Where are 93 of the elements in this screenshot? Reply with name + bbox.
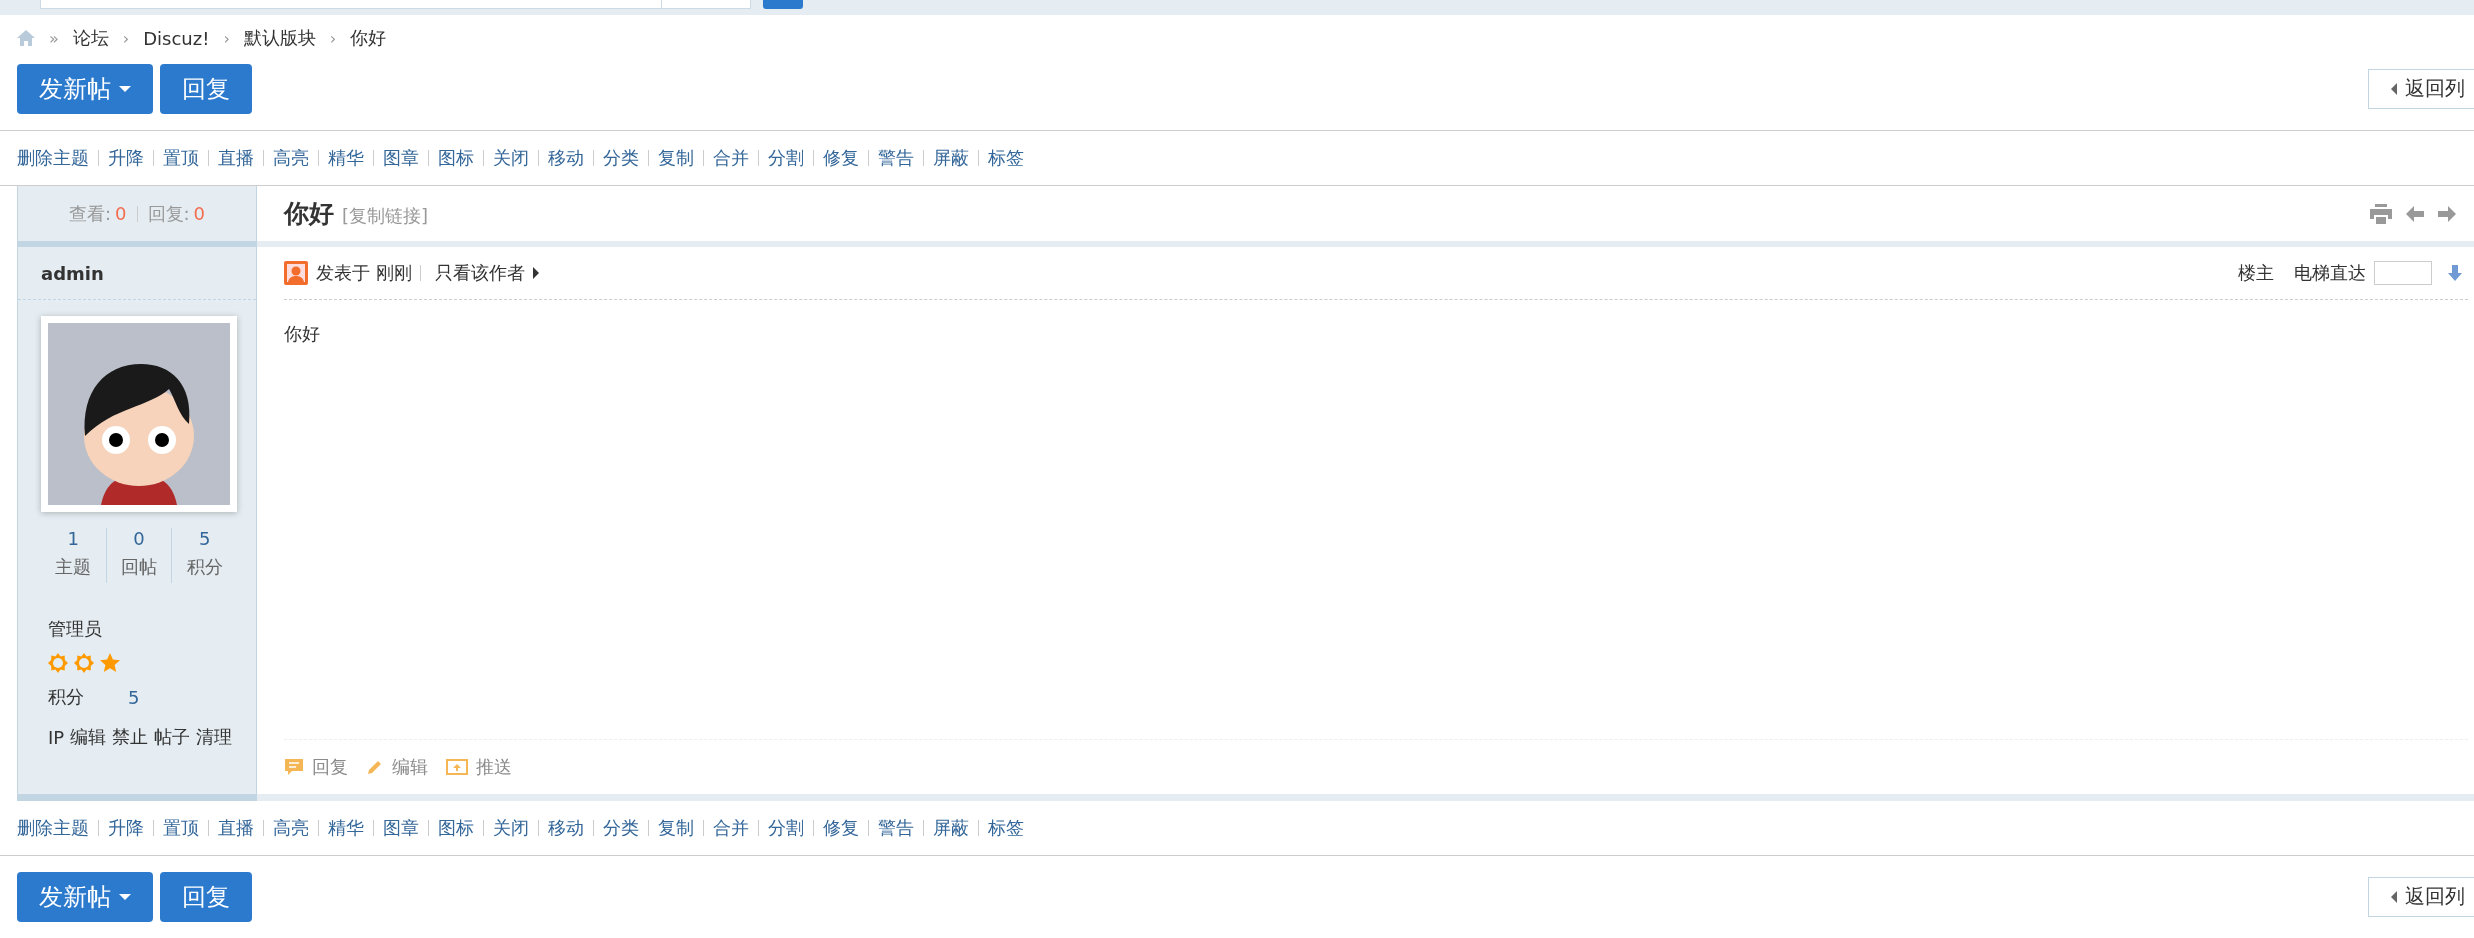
- admin-link[interactable]: 编辑: [70, 725, 107, 750]
- moderation-link[interactable]: 警告: [868, 150, 923, 167]
- moderation-link[interactable]: 高亮: [263, 150, 318, 167]
- back-to-list-button[interactable]: 返回列: [2368, 877, 2474, 917]
- user-stat-value[interactable]: 5: [198, 528, 211, 550]
- moderation-link[interactable]: 升降: [98, 150, 153, 167]
- moderation-link[interactable]: 直播: [208, 150, 263, 167]
- moderation-link[interactable]: 分割: [758, 819, 813, 836]
- admin-link[interactable]: IP: [48, 726, 65, 748]
- moderation-link[interactable]: 关闭: [483, 150, 538, 167]
- home-icon[interactable]: [17, 30, 35, 47]
- user-icon: [284, 261, 308, 286]
- moderation-link[interactable]: 分类: [593, 150, 648, 167]
- breadcrumb-separator: ›: [122, 28, 130, 48]
- user-stat-value[interactable]: 1: [67, 528, 80, 550]
- moderation-link[interactable]: 复制: [648, 819, 703, 836]
- caret-icon: [119, 85, 131, 92]
- moderation-link[interactable]: 图章: [373, 150, 428, 167]
- moderation-link[interactable]: 警告: [868, 819, 923, 836]
- moderation-link[interactable]: 关闭: [483, 819, 538, 836]
- post-content: 你好: [284, 322, 321, 347]
- triangle-left-icon: [2391, 82, 2397, 95]
- user-stat-label: 积分: [186, 555, 223, 580]
- thread-stat-label: 回复: 0: [147, 201, 206, 226]
- moderation-link[interactable]: 屏蔽: [923, 150, 978, 167]
- search-field[interactable]: [40, 0, 662, 9]
- breadcrumb-separator: ›: [223, 28, 230, 48]
- moderation-link[interactable]: 直播: [208, 819, 263, 836]
- breadcrumb-link[interactable]: Discuz!: [143, 27, 210, 49]
- moderation-link[interactable]: 升降: [98, 819, 153, 836]
- author-only-link[interactable]: 只看该作者: [434, 261, 525, 286]
- moderation-link[interactable]: 置顶: [153, 819, 208, 836]
- caret-icon: [119, 894, 131, 900]
- new-post-button[interactable]: 发新帖: [17, 63, 153, 114]
- moderation-link[interactable]: 移动: [538, 150, 593, 167]
- thread-stat-label: 查看: 0: [68, 201, 127, 226]
- moderation-link[interactable]: 图标: [428, 150, 483, 167]
- user-stat-label: 回帖: [121, 555, 157, 580]
- user-stat-value[interactable]: 0: [133, 528, 145, 550]
- breadcrumb-link[interactable]: 默认版块: [243, 26, 316, 51]
- moderation-link[interactable]: 标签: [978, 819, 1033, 836]
- moderation-link[interactable]: 精华: [318, 819, 373, 836]
- print-icon[interactable]: [2370, 203, 2392, 224]
- admin-link[interactable]: 清理: [196, 725, 233, 750]
- moderation-link[interactable]: 删除主题: [17, 150, 98, 167]
- user-stat-label: 主题: [55, 555, 92, 580]
- moderation-link[interactable]: 修复: [813, 150, 868, 167]
- moderation-link[interactable]: 图章: [373, 819, 428, 836]
- moderation-link[interactable]: 分割: [758, 150, 813, 167]
- post-time: 发表于 刚刚: [316, 261, 412, 286]
- upload-box-icon: [446, 757, 468, 776]
- reply-button[interactable]: 回复: [160, 872, 252, 922]
- triangle-right-icon: [532, 267, 539, 280]
- triangle-left-icon: [2391, 891, 2397, 903]
- moderation-link[interactable]: 复制: [648, 150, 703, 167]
- new-post-button[interactable]: 发新帖: [17, 872, 153, 922]
- sun-icon: [74, 653, 94, 674]
- moderation-link[interactable]: 删除主题: [17, 819, 98, 836]
- sun-icon: [48, 653, 68, 674]
- admin-link[interactable]: 禁止: [112, 725, 149, 750]
- moderation-link[interactable]: 屏蔽: [923, 819, 978, 836]
- breadcrumb-separator: ›: [329, 28, 337, 48]
- comment-icon: [284, 757, 304, 776]
- arrow-right-icon[interactable]: [2438, 205, 2456, 222]
- author-name[interactable]: admin: [41, 262, 104, 284]
- floor-jump-field[interactable]: [2374, 261, 2432, 286]
- thread-title: 你好: [284, 198, 334, 231]
- moderation-link[interactable]: 高亮: [263, 819, 318, 836]
- admin-link[interactable]: 帖子: [154, 725, 191, 750]
- moderation-link[interactable]: 合并: [703, 150, 758, 167]
- reply-button[interactable]: 回复: [160, 63, 252, 114]
- breadcrumb-link[interactable]: 你好: [350, 26, 387, 51]
- avatar-drawing[interactable]: [41, 316, 237, 513]
- moderation-link[interactable]: 移动: [538, 819, 593, 836]
- moderation-link[interactable]: 图标: [428, 819, 483, 836]
- credits-value[interactable]: 5: [128, 686, 140, 708]
- breadcrumb-link[interactable]: 论坛: [72, 26, 109, 51]
- search-type-select[interactable]: [662, 0, 751, 9]
- moderation-link[interactable]: 分类: [593, 819, 648, 836]
- credits-label: 积分: [48, 685, 84, 710]
- moderation-link[interactable]: 标签: [978, 150, 1033, 167]
- moderation-link[interactable]: 置顶: [153, 150, 208, 167]
- moderation-link[interactable]: 修复: [813, 819, 868, 836]
- back-to-list-button[interactable]: 返回列: [2368, 68, 2474, 109]
- breadcrumb-separator: »: [49, 28, 59, 48]
- star-icon: [100, 653, 120, 674]
- moderation-link[interactable]: 精华: [318, 150, 373, 167]
- user-group[interactable]: 管理员: [48, 617, 102, 642]
- floor-label: 楼主: [2238, 261, 2274, 286]
- arrow-left-icon[interactable]: [2406, 205, 2424, 222]
- arrow-down-icon[interactable]: [2448, 265, 2462, 282]
- jump-label: 电梯直达: [2294, 261, 2366, 286]
- moderation-link[interactable]: 合并: [703, 819, 758, 836]
